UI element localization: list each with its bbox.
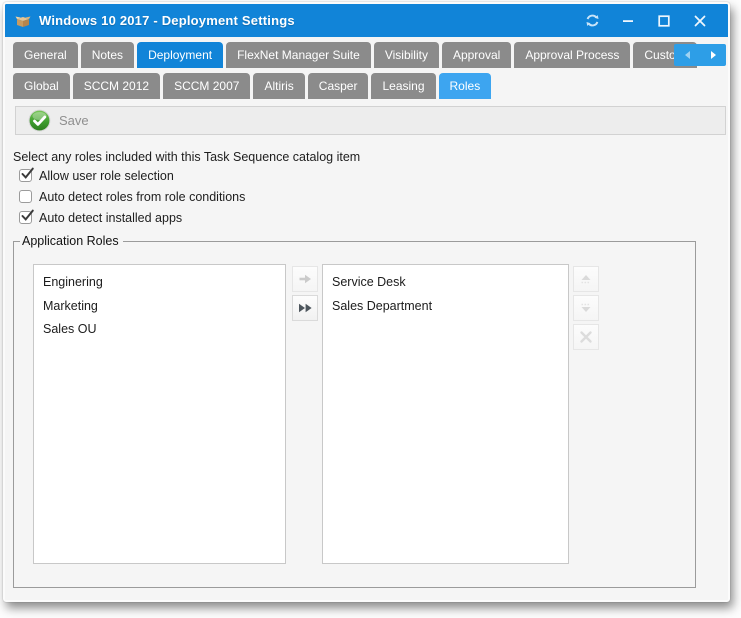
remove-role-button[interactable]	[573, 324, 599, 350]
tab-sccm-2007[interactable]: SCCM 2007	[163, 73, 250, 99]
move-down-button[interactable]	[573, 295, 599, 321]
transfer-buttons	[292, 266, 318, 321]
save-check-icon	[28, 109, 51, 132]
tab-roles[interactable]: Roles	[439, 73, 492, 99]
checkbox-auto-detect-installed-apps[interactable]: Auto detect installed apps	[19, 209, 728, 226]
tab-deployment[interactable]: Deployment	[137, 42, 223, 68]
tab-visibility[interactable]: Visibility	[374, 42, 439, 68]
available-roles-listbox[interactable]: EngineringMarketingSales OU	[33, 264, 286, 564]
checkbox-box	[19, 169, 32, 182]
minimize-icon	[622, 15, 634, 27]
application-roles-legend: Application Roles	[20, 234, 123, 248]
list-item-sales-ou[interactable]: Sales OU	[34, 318, 285, 342]
tab-notes[interactable]: Notes	[81, 42, 134, 68]
secondary-tabs: GlobalSCCM 2012SCCM 2007AltirisCasperLea…	[13, 73, 728, 99]
tab-scroll-buttons	[674, 44, 726, 66]
chevron-right-icon	[711, 51, 716, 59]
tab-scroll-left-button[interactable]	[674, 44, 700, 66]
application-roles-group: Application Roles EngineringMarketingSal…	[13, 234, 696, 588]
tab-approval[interactable]: Approval	[442, 42, 511, 68]
move-up-icon	[578, 271, 594, 287]
save-button[interactable]: Save	[22, 107, 95, 134]
primary-tabs: GeneralNotesDeploymentFlexNet Manager Su…	[13, 42, 728, 68]
window-controls	[578, 10, 718, 32]
primary-tab-strip: GeneralNotesDeploymentFlexNet Manager Su…	[13, 42, 728, 68]
tab-scroll-right-button[interactable]	[700, 44, 726, 66]
secondary-tab-strip: GlobalSCCM 2012SCCM 2007AltirisCasperLea…	[13, 73, 728, 99]
close-button[interactable]	[686, 10, 714, 32]
move-down-icon	[578, 300, 594, 316]
desktop-background: Windows 10 2017 - Deployment Settings Ge…	[0, 0, 741, 618]
tab-leasing[interactable]: Leasing	[371, 73, 435, 99]
tab-global[interactable]: Global	[13, 73, 70, 99]
checkbox-label: Auto detect roles from role conditions	[39, 190, 245, 204]
checkbox-label: Allow user role selection	[39, 169, 174, 183]
save-toolbar: Save	[15, 106, 726, 135]
tab-flexnet-manager-suite[interactable]: FlexNet Manager Suite	[226, 42, 371, 68]
add-role-button[interactable]	[292, 266, 318, 292]
checkbox-list: Allow user role selection Auto detect rol…	[19, 167, 728, 226]
checkbox-box	[19, 190, 32, 203]
list-item-enginering[interactable]: Enginering	[34, 271, 285, 295]
maximize-button[interactable]	[650, 10, 678, 32]
refresh-icon	[585, 13, 600, 28]
refresh-button[interactable]	[578, 10, 606, 32]
remove-icon	[578, 329, 594, 345]
assigned-roles-listbox[interactable]: Service DeskSales Department	[322, 264, 569, 564]
tab-sccm-2012[interactable]: SCCM 2012	[73, 73, 160, 99]
check-icon	[20, 209, 35, 222]
double-arrow-right-icon	[297, 300, 313, 316]
tab-casper[interactable]: Casper	[308, 73, 369, 99]
instruction-text: Select any roles included with this Task…	[13, 150, 728, 164]
checkbox-box	[19, 211, 32, 224]
minimize-button[interactable]	[614, 10, 642, 32]
maximize-icon	[658, 15, 670, 27]
checkbox-allow-user-role-selection[interactable]: Allow user role selection	[19, 167, 728, 184]
window-title: Windows 10 2017 - Deployment Settings	[39, 13, 578, 28]
tab-altiris[interactable]: Altiris	[253, 73, 304, 99]
tab-approval-process[interactable]: Approval Process	[514, 42, 630, 68]
list-item-marketing[interactable]: Marketing	[34, 295, 285, 319]
save-button-label: Save	[59, 113, 89, 128]
check-icon	[20, 167, 35, 180]
checkbox-auto-detect-roles-from-role-conditions[interactable]: Auto detect roles from role conditions	[19, 188, 728, 205]
list-action-buttons	[573, 266, 599, 350]
list-item-sales-department[interactable]: Sales Department	[323, 295, 568, 319]
package-icon	[15, 13, 31, 29]
arrow-right-icon	[297, 271, 313, 287]
checkbox-label: Auto detect installed apps	[39, 211, 182, 225]
title-bar: Windows 10 2017 - Deployment Settings	[5, 4, 728, 37]
move-up-button[interactable]	[573, 266, 599, 292]
chevron-left-icon	[685, 51, 690, 59]
tab-general[interactable]: General	[13, 42, 78, 68]
add-all-roles-button[interactable]	[292, 295, 318, 321]
list-item-service-desk[interactable]: Service Desk	[323, 271, 568, 295]
close-icon	[694, 15, 706, 27]
deployment-settings-window: Windows 10 2017 - Deployment Settings Ge…	[3, 2, 730, 602]
